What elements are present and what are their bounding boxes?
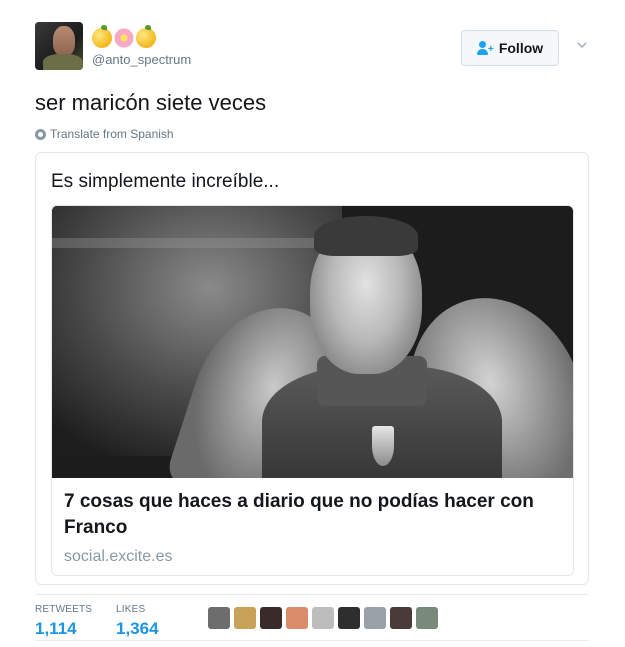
- translate-label: Translate from Spanish: [50, 127, 174, 141]
- liker-avatar[interactable]: [390, 607, 412, 629]
- liker-avatar[interactable]: [234, 607, 256, 629]
- likes-label: LIKES: [116, 604, 146, 615]
- divider: [35, 640, 589, 641]
- liker-avatar[interactable]: [338, 607, 360, 629]
- avatar-face: [53, 26, 75, 56]
- follow-button[interactable]: + Follow: [461, 30, 559, 66]
- liker-avatar[interactable]: [208, 607, 230, 629]
- liker-avatar[interactable]: [312, 607, 334, 629]
- follow-button-label: Follow: [498, 40, 544, 56]
- user-handle[interactable]: @anto_spectrum: [92, 52, 191, 67]
- user-avatar[interactable]: [35, 22, 83, 70]
- globe-icon: [35, 128, 46, 140]
- divider: [35, 594, 589, 595]
- quoted-tweet-card[interactable]: Es simplemente increíble... 7 cosas que …: [35, 152, 589, 585]
- flower-emoji-icon: [114, 28, 134, 49]
- link-preview-card[interactable]: 7 cosas que haces a diario que no podías…: [51, 205, 574, 576]
- retweets-stat[interactable]: RETWEETS 1,114: [35, 604, 92, 639]
- liker-avatar[interactable]: [416, 607, 438, 629]
- likers-avatars: [208, 607, 438, 629]
- lemon-emoji-icon: [92, 25, 112, 49]
- liker-avatar[interactable]: [364, 607, 386, 629]
- avatar-shirt: [43, 54, 83, 70]
- display-name[interactable]: [92, 25, 158, 49]
- translate-link[interactable]: Translate from Spanish: [35, 127, 174, 141]
- quoted-tweet-text: Es simplemente increíble...: [51, 171, 280, 192]
- likes-count: 1,364: [116, 619, 159, 638]
- retweets-count: 1,114: [35, 619, 77, 638]
- link-preview-domain: social.excite.es: [64, 548, 173, 565]
- likes-stat[interactable]: LIKES 1,364: [116, 604, 159, 639]
- retweets-label: RETWEETS: [35, 604, 93, 615]
- chevron-down-icon[interactable]: [575, 38, 589, 52]
- link-preview-title: 7 cosas que haces a diario que no podías…: [64, 491, 534, 538]
- liker-avatar[interactable]: [286, 607, 308, 629]
- liker-avatar[interactable]: [260, 607, 282, 629]
- lemon-emoji-icon: [136, 25, 156, 49]
- tweet-text: ser maricón siete veces: [35, 90, 267, 115]
- link-preview-image: [52, 206, 573, 478]
- add-user-icon: +: [476, 41, 494, 55]
